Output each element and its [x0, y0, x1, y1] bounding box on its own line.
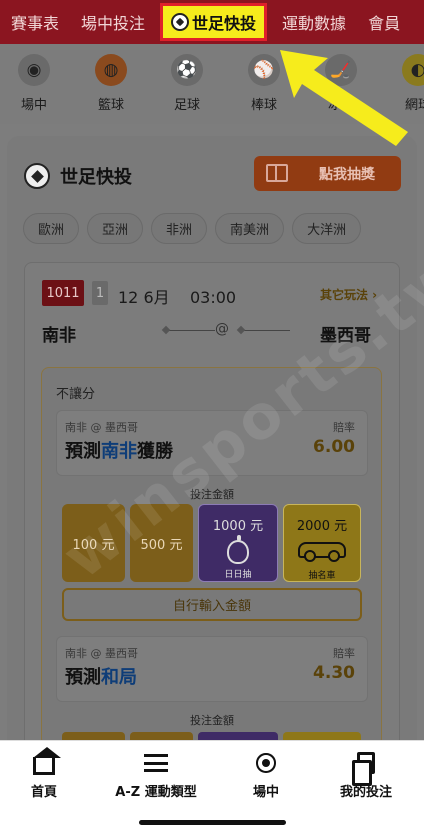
tab-schedule[interactable]: 賽事表 [0, 0, 70, 44]
amount-button-partial[interactable] [62, 732, 125, 740]
region-filter: 歐洲 亞洲 非洲 南美洲 大洋洲 [23, 213, 362, 244]
home-icon [33, 747, 61, 775]
sport-item-live[interactable]: ◉ 場中 [4, 54, 64, 113]
amount-header: 投注金額 [190, 714, 234, 727]
region-pill-europe[interactable]: 歐洲 [23, 213, 80, 244]
match-datetime: 12 6月 03:00 [118, 284, 236, 308]
odds-label: 賠率 [333, 421, 355, 434]
tab-live-betting[interactable]: 場中投注 [70, 0, 156, 44]
soccer-ball-icon [24, 163, 50, 189]
region-pill-africa[interactable]: 非洲 [151, 213, 208, 244]
live-icon [262, 759, 270, 767]
amount-sub: 抽名車 [308, 571, 336, 581]
home-team: 南非 [42, 326, 76, 346]
odds-label: 賠率 [333, 647, 355, 660]
nav-home[interactable]: 首頁 [24, 747, 64, 800]
amount-sub: 日日抽 [224, 570, 252, 580]
amount-1000-button[interactable]: 1000 元 日日抽 [198, 504, 278, 582]
sport-item-soccer[interactable]: ⚽ 足球 [157, 54, 217, 113]
tab-sports-data[interactable]: 運動數據 [271, 0, 357, 44]
apple-icon [227, 535, 249, 564]
nav-my-bets[interactable]: 我的投注 [333, 751, 399, 800]
amount-2000-button[interactable]: 2000 元 抽名車 [283, 504, 361, 582]
soccer-ball-icon: ⚽ [171, 54, 203, 86]
at-sign: @ [215, 321, 229, 337]
amount-button-partial[interactable] [130, 732, 193, 740]
menu-icon [144, 754, 168, 772]
tab-label: 世足快投 [192, 14, 257, 33]
nav-label: 場中 [252, 785, 279, 800]
amount-label: 1000 元 [212, 519, 264, 534]
match-badge: 1 [92, 281, 108, 305]
annotation-arrow-icon [280, 50, 408, 146]
amount-button-partial[interactable] [283, 732, 361, 740]
bet-type: 不讓分 [56, 387, 96, 402]
odds-value: 4.30 [313, 663, 355, 683]
option-prediction: 預測和局 [65, 667, 137, 688]
bet-option-draw[interactable]: 南非 @ 墨西哥 預測和局 賠率 4.30 [56, 636, 368, 702]
sport-item-basketball[interactable]: ◍ 籃球 [81, 54, 141, 113]
live-broadcast-icon: ◉ [18, 54, 50, 86]
nav-sports-az[interactable]: A-Z 運動類型 [108, 751, 204, 800]
match-time: 03:00 [189, 288, 237, 307]
amount-500-button[interactable]: 500 元 [130, 504, 193, 582]
nav-live[interactable]: 場中 [246, 751, 286, 800]
option-matchup: 南非 @ 墨西哥 [65, 421, 138, 434]
region-pill-oceania[interactable]: 大洋洲 [292, 213, 362, 244]
custom-amount-button[interactable]: 自行輸入金額 [62, 588, 362, 621]
odds-value: 6.00 [313, 437, 355, 457]
nav-label: 首頁 [30, 785, 57, 800]
car-icon [298, 542, 346, 562]
soccer-ball-icon [171, 13, 190, 31]
option-prediction: 預測南非獲勝 [65, 441, 173, 462]
lucky-draw-button[interactable]: 點我抽獎 [254, 156, 401, 191]
connector-line [163, 330, 215, 331]
other-plays-link[interactable]: 其它玩法 › [320, 286, 377, 303]
sport-label: 籃球 [97, 98, 124, 113]
region-pill-south-america[interactable]: 南美洲 [215, 213, 285, 244]
basketball-icon: ◍ [95, 54, 127, 86]
gift-icon [266, 164, 288, 182]
tab-member[interactable]: 會員 [357, 0, 411, 44]
bet-option-home-win[interactable]: 南非 @ 墨西哥 預測南非獲勝 賠率 6.00 [56, 410, 368, 476]
region-pill-asia[interactable]: 亞洲 [87, 213, 144, 244]
amount-100-button[interactable]: 100 元 [62, 504, 125, 582]
option-matchup: 南非 @ 墨西哥 [65, 647, 138, 660]
sport-label: 足球 [173, 98, 200, 113]
nav-label: A-Z 運動類型 [115, 785, 197, 800]
section-title: 世足快投 [60, 167, 132, 188]
amount-button-partial[interactable] [198, 732, 278, 740]
lucky-draw-label: 點我抽獎 [319, 166, 375, 183]
home-indicator [139, 820, 286, 825]
amount-header: 投注金額 [190, 488, 234, 501]
amount-label: 2000 元 [296, 519, 348, 534]
sport-label: 場中 [20, 98, 47, 113]
top-nav: 賽事表 場中投注 世足快投 運動數據 會員 [0, 0, 424, 44]
away-team: 墨西哥 [320, 326, 371, 346]
match-code: 1011 [42, 280, 84, 306]
connector-line [238, 330, 290, 331]
tab-world-cup-quick-bet[interactable]: 世足快投 [160, 3, 268, 41]
match-date: 12 6月 [118, 288, 170, 307]
documents-icon [352, 752, 375, 786]
